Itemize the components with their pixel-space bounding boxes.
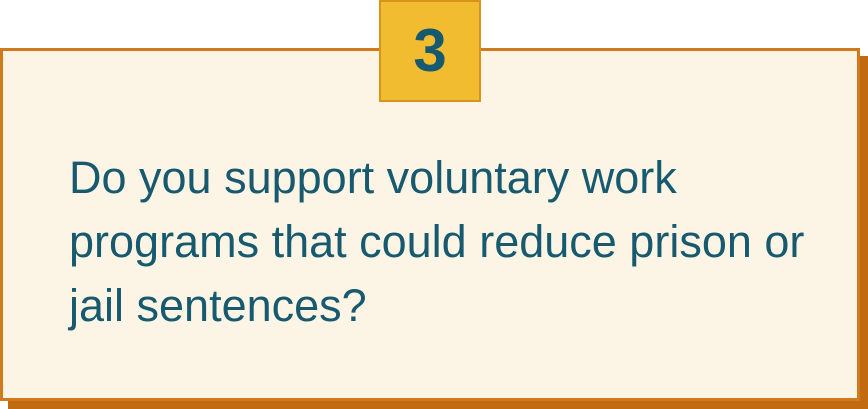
question-number-badge: 3	[379, 0, 481, 102]
question-text: Do you support voluntary work programs t…	[69, 152, 805, 331]
question-card-graphic: 3 Do you support voluntary work programs…	[0, 0, 868, 409]
question-number: 3	[413, 17, 447, 84]
